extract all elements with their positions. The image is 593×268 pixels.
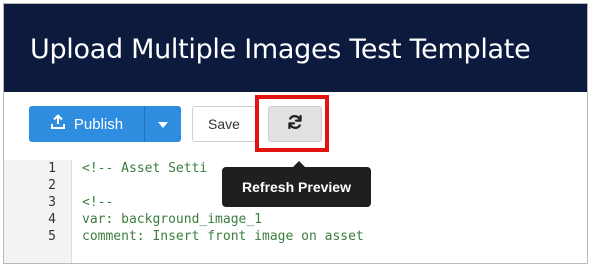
save-button[interactable]: Save — [192, 106, 256, 142]
publish-dropdown-toggle[interactable] — [144, 106, 181, 142]
publish-button[interactable]: Publish — [29, 106, 144, 142]
line-text: var: background_image_1 — [82, 212, 263, 227]
publish-button-group: Publish — [29, 106, 181, 142]
page-title: Upload Multiple Images Test Template — [30, 34, 531, 65]
title-bar: Upload Multiple Images Test Template — [4, 4, 587, 92]
upload-icon — [50, 114, 66, 134]
publish-button-label: Publish — [73, 115, 124, 133]
caret-down-icon — [158, 115, 168, 133]
line-text: <!-- Asset Setti — [82, 161, 208, 176]
toolbar: Publish Save — [4, 92, 587, 160]
line-text: comment: Insert front image on asset — [82, 229, 364, 244]
line-number: 1 — [48, 161, 56, 176]
line-number: 3 — [48, 195, 56, 210]
refresh-preview-button[interactable] — [268, 106, 322, 142]
refresh-preview-tooltip: Refresh Preview — [222, 167, 371, 207]
line-text: <!-- — [82, 195, 114, 210]
line-number: 4 — [48, 212, 56, 227]
app-window: Upload Multiple Images Test Template Pub… — [3, 3, 588, 264]
line-number: 2 — [48, 178, 56, 193]
line-number: 5 — [48, 229, 56, 244]
refresh-icon — [286, 113, 304, 136]
